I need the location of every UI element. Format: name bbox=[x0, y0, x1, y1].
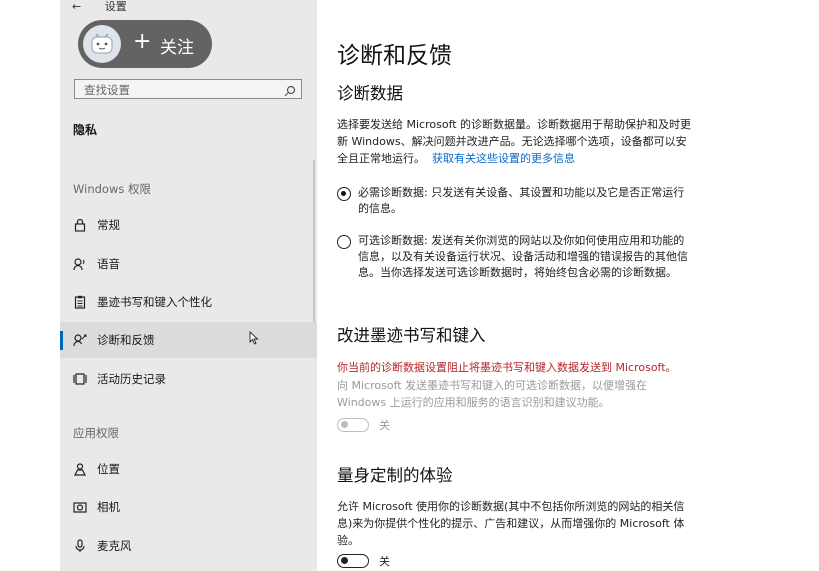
page-title: 诊断和反馈 bbox=[337, 43, 452, 69]
diagnostics-feedback-icon bbox=[73, 333, 87, 347]
diagnostic-data-heading: 诊断数据 bbox=[337, 84, 403, 103]
avatar bbox=[83, 25, 121, 63]
plus-icon: + bbox=[133, 29, 152, 54]
sidebar-item-label: 墨迹书写和键入个性化 bbox=[97, 295, 212, 309]
inking-toggle-label: 关 bbox=[379, 419, 390, 432]
back-arrow-icon[interactable]: ← bbox=[72, 0, 81, 13]
sidebar-item-label: 常规 bbox=[97, 218, 120, 232]
sidebar-item-label: 诊断和反馈 bbox=[97, 333, 155, 347]
diagnostic-data-description: 选择要发送给 Microsoft 的诊断数据量。诊断数据用于帮助保护和及时更 新… bbox=[337, 118, 692, 165]
sidebar-item-diagnostics[interactable]: 诊断和反馈 bbox=[60, 322, 317, 358]
inking-clipboard-icon bbox=[73, 295, 87, 309]
sidebar-item-location[interactable]: 位置 bbox=[60, 451, 317, 487]
sidebar-item-microphone[interactable]: 麦克风 bbox=[60, 528, 317, 564]
sidebar-item-general[interactable]: 常规 bbox=[60, 207, 317, 243]
search-placeholder: 查找设置 bbox=[84, 83, 130, 97]
tailored-toggle-label: 关 bbox=[379, 555, 390, 568]
learn-more-link[interactable]: 获取有关这些设置的更多信息 bbox=[432, 152, 575, 165]
microphone-icon bbox=[73, 539, 87, 553]
app-permissions-heading: 应用权限 bbox=[73, 426, 119, 440]
windows-permissions-heading: Windows 权限 bbox=[73, 182, 151, 196]
privacy-heading: 隐私 bbox=[73, 123, 98, 137]
search-icon[interactable] bbox=[284, 82, 296, 101]
required-diagnostic-label: 必需诊断数据: 只发送有关设备、其设置和功能以及它是否正常运行 的信息。 bbox=[358, 186, 685, 215]
tailored-toggle[interactable] bbox=[337, 554, 369, 568]
sidebar-item-label: 活动历史记录 bbox=[97, 372, 166, 386]
tailored-description: 允许 Microsoft 使用你的诊断数据(其中不包括你所浏览的网站的相关信 息… bbox=[337, 500, 685, 547]
follow-overlay[interactable]: + 关注 bbox=[78, 20, 212, 68]
inking-description: 向 Microsoft 发送墨迹书写和键入的可选诊断数据，以便增强在 Windo… bbox=[337, 379, 648, 409]
window-title: 设置 bbox=[104, 0, 127, 13]
location-icon bbox=[73, 462, 87, 476]
speech-icon bbox=[73, 257, 87, 271]
inking-toggle-row[interactable]: 关 bbox=[337, 417, 390, 433]
tailored-toggle-row[interactable]: 关 bbox=[337, 553, 390, 569]
improve-inking-heading: 改进墨迹书写和键入 bbox=[337, 326, 486, 345]
lock-icon bbox=[73, 218, 87, 232]
mouse-cursor-icon bbox=[249, 330, 259, 349]
required-diagnostic-radio[interactable] bbox=[337, 187, 351, 201]
required-diagnostic-option[interactable]: 必需诊断数据: 只发送有关设备、其设置和功能以及它是否正常运行 的信息。 bbox=[337, 185, 703, 217]
sidebar-item-label: 语音 bbox=[97, 257, 120, 271]
window-title-row: ← 设置 bbox=[72, 0, 127, 14]
search-box[interactable]: 查找设置 bbox=[74, 79, 302, 99]
sidebar-item-label: 麦克风 bbox=[97, 539, 132, 553]
follow-button[interactable]: 关注 bbox=[160, 33, 194, 58]
sidebar-item-label: 位置 bbox=[97, 462, 120, 476]
sidebar-item-speech[interactable]: 语音 bbox=[60, 246, 317, 282]
optional-diagnostic-label: 可选诊断数据: 发送有关你浏览的网站以及你如何使用应用和功能的 信息，以及有关设… bbox=[358, 234, 688, 279]
optional-diagnostic-radio[interactable] bbox=[337, 235, 351, 249]
optional-diagnostic-option[interactable]: 可选诊断数据: 发送有关你浏览的网站以及你如何使用应用和功能的 信息，以及有关设… bbox=[337, 233, 703, 281]
sidebar-item-label: 相机 bbox=[97, 500, 120, 514]
sidebar-item-camera[interactable]: 相机 bbox=[60, 489, 317, 525]
inking-warning-text: 你当前的诊断数据设置阻止将墨迹书写和键入数据发送到 Microsoft。 bbox=[337, 361, 677, 374]
tailored-experiences-heading: 量身定制的体验 bbox=[337, 466, 453, 485]
camera-icon bbox=[73, 500, 87, 514]
sidebar-item-activity-history[interactable]: 活动历史记录 bbox=[60, 361, 317, 397]
inking-toggle[interactable] bbox=[337, 418, 369, 432]
activity-history-icon bbox=[73, 372, 87, 386]
sidebar-item-inking[interactable]: 墨迹书写和键入个性化 bbox=[60, 284, 317, 320]
